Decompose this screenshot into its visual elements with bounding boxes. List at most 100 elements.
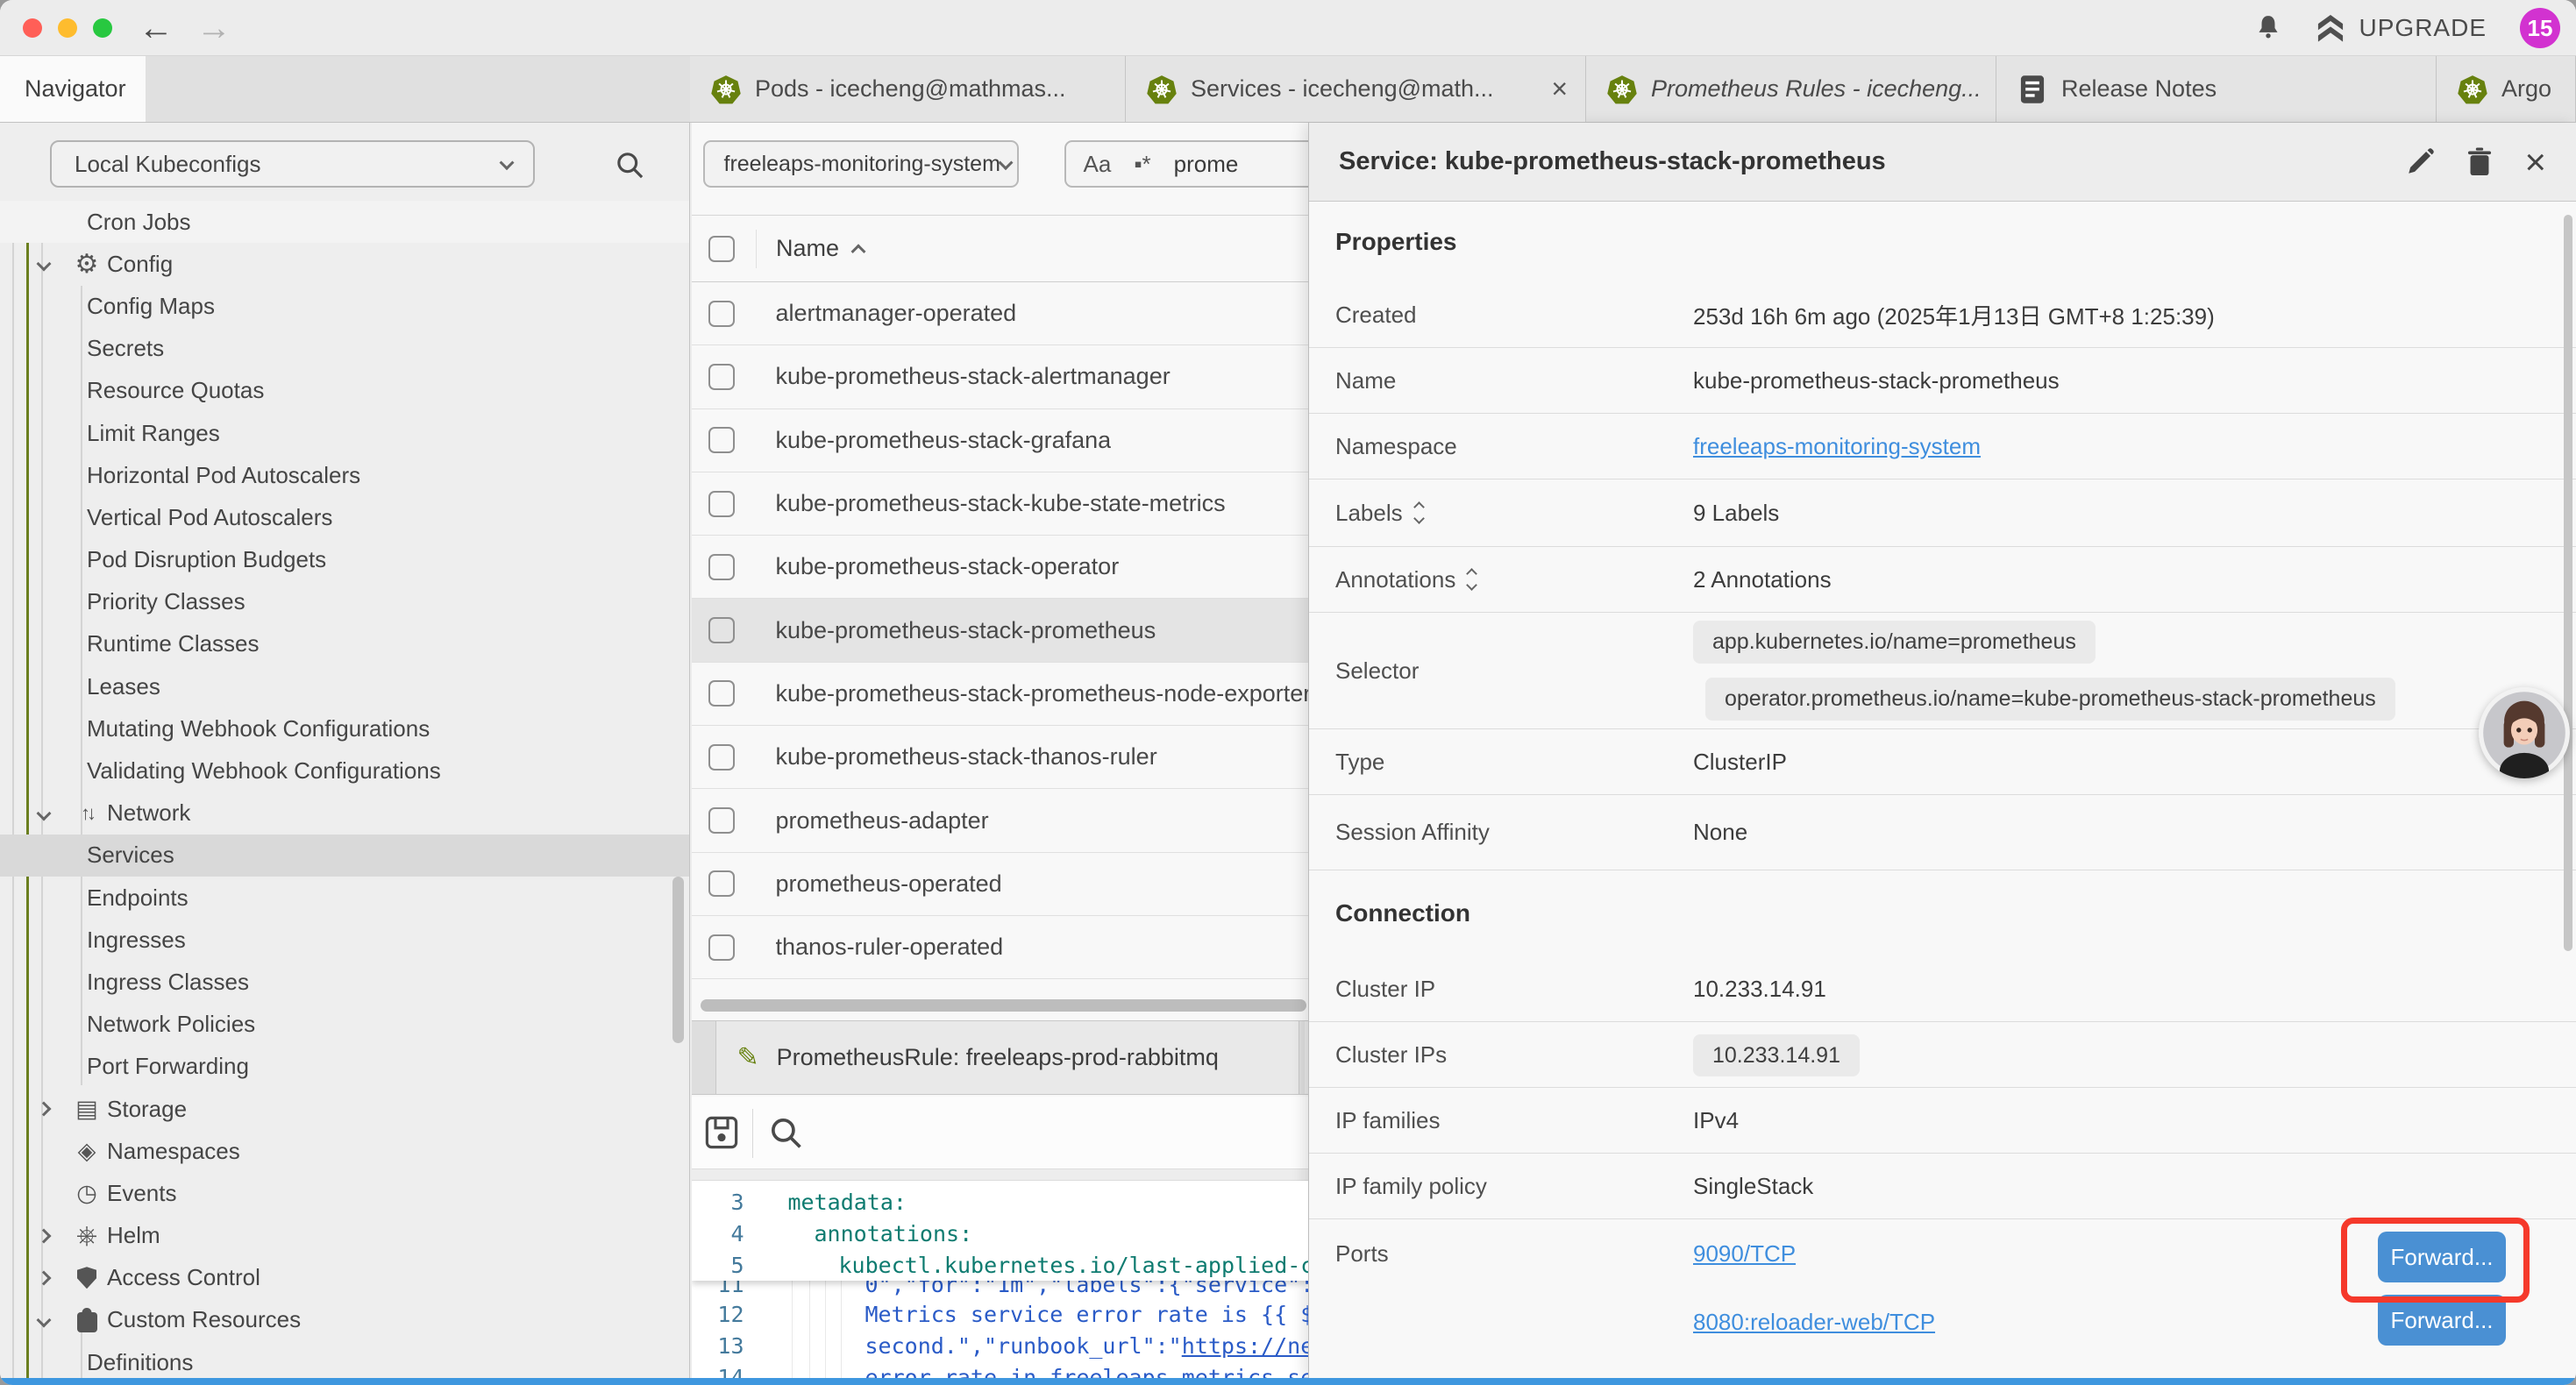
- row-checkbox[interactable]: [708, 870, 735, 897]
- horizontal-scrollbar-thumb[interactable]: [701, 999, 1307, 1012]
- kubeconfig-select[interactable]: Local Kubeconfigs: [50, 140, 535, 188]
- horizontal-scrollbar[interactable]: [692, 999, 1309, 1013]
- close-window-button[interactable]: [23, 18, 42, 38]
- namespace-select[interactable]: freeleaps-monitoring-system: [703, 140, 1019, 188]
- sidebar-item[interactable]: Validating Webhook Configurations: [0, 749, 689, 792]
- table-row[interactable]: kube-prometheus-stack-grafana: [692, 409, 1309, 472]
- sidebar-item[interactable]: Config Maps: [0, 285, 689, 327]
- table-row[interactable]: prometheus-operated: [692, 853, 1309, 916]
- sidebar-item[interactable]: Ingresses: [0, 919, 689, 961]
- name-column-header[interactable]: Name: [776, 235, 839, 262]
- edit-resource-icon[interactable]: [2405, 147, 2435, 177]
- resource-search-input[interactable]: Aa ▪* prome: [1064, 140, 1309, 188]
- search-icon[interactable]: [614, 149, 645, 181]
- editor-search-icon[interactable]: [767, 1114, 804, 1151]
- expand-annotations-icon[interactable]: [1468, 570, 1476, 589]
- table-row[interactable]: thanos-ruler-operated: [692, 916, 1309, 979]
- labels-count[interactable]: 9 Labels: [1693, 500, 1779, 527]
- tree-chevron-icon[interactable]: [37, 1228, 52, 1243]
- sidebar-item[interactable]: Endpoints: [0, 877, 689, 919]
- zoom-window-button[interactable]: [93, 18, 112, 38]
- regex-toggle[interactable]: ▪*: [1134, 151, 1150, 178]
- sidebar-item[interactable]: Network: [0, 792, 689, 835]
- sidebar-item[interactable]: Namespaces: [0, 1130, 689, 1172]
- forward-button[interactable]: →: [196, 9, 231, 48]
- match-case-toggle[interactable]: Aa: [1084, 151, 1112, 178]
- notifications-bell-icon[interactable]: [2254, 14, 2282, 42]
- tree-chevron-icon[interactable]: [37, 1270, 52, 1285]
- table-row[interactable]: kube-prometheus-stack-thanos-ruler: [692, 726, 1309, 789]
- port-link-9090[interactable]: 9090/TCP: [1693, 1240, 1796, 1268]
- expand-labels-icon[interactable]: [1415, 503, 1423, 522]
- tab-navigator[interactable]: Navigator: [0, 56, 146, 122]
- table-row[interactable]: kube-prometheus-stack-prometheus: [692, 599, 1309, 662]
- row-checkbox[interactable]: [708, 301, 735, 327]
- save-icon[interactable]: [703, 1114, 740, 1151]
- tree-chevron-icon[interactable]: [37, 1312, 52, 1327]
- row-checkbox[interactable]: [708, 617, 735, 643]
- sidebar-item[interactable]: Services: [0, 835, 689, 877]
- tree-chevron-icon[interactable]: [37, 1102, 52, 1117]
- annotations-count[interactable]: 2 Annotations: [1693, 566, 1832, 593]
- sidebar-item[interactable]: Pod Disruption Budgets: [0, 539, 689, 581]
- sidebar-item[interactable]: Resource Quotas: [0, 370, 689, 412]
- app-tab[interactable]: Argo Se: [2437, 56, 2576, 122]
- sidebar-item[interactable]: Cron Jobs: [0, 201, 689, 243]
- row-checkbox[interactable]: [708, 554, 735, 580]
- row-checkbox[interactable]: [708, 807, 735, 834]
- sidebar-item[interactable]: Storage: [0, 1088, 689, 1130]
- sidebar-item[interactable]: Access Control: [0, 1257, 689, 1299]
- table-row[interactable]: alertmanager-operated: [692, 282, 1309, 345]
- code-link[interactable]: https://net: [1182, 1333, 1308, 1359]
- yaml-editor[interactable]: 3 metadata: 4 annotations: 5: [692, 1181, 1309, 1378]
- delete-resource-icon[interactable]: [2465, 147, 2494, 177]
- tree-chevron-icon[interactable]: [37, 257, 52, 272]
- sidebar-item[interactable]: Port Forwarding: [0, 1046, 689, 1088]
- details-scrollbar[interactable]: [2564, 215, 2572, 951]
- row-checkbox[interactable]: [708, 427, 735, 453]
- table-row[interactable]: kube-prometheus-stack-alertmanager: [692, 345, 1309, 408]
- app-tab[interactable]: Pods - icecheng@mathmas...: [690, 56, 1126, 122]
- notification-count-badge[interactable]: 15: [2520, 8, 2560, 48]
- sidebar-scrollbar[interactable]: [672, 877, 684, 1043]
- editor-tab-prometheusrule[interactable]: ✎ PrometheusRule: freeleaps-prod-rabbitm…: [715, 1021, 1299, 1094]
- sidebar-item[interactable]: Network Policies: [0, 1004, 689, 1046]
- sidebar-item[interactable]: Limit Ranges: [0, 412, 689, 454]
- sidebar-item[interactable]: Vertical Pod Autoscalers: [0, 496, 689, 538]
- avatar[interactable]: [2479, 687, 2570, 778]
- table-row[interactable]: kube-prometheus-stack-prometheus-node-ex…: [692, 663, 1309, 726]
- sidebar-item[interactable]: Runtime Classes: [0, 623, 689, 665]
- table-row[interactable]: kube-prometheus-stack-kube-state-metrics: [692, 472, 1309, 536]
- sidebar-item[interactable]: Helm: [0, 1215, 689, 1257]
- table-row[interactable]: prometheus-adapter: [692, 789, 1309, 852]
- table-row[interactable]: kube-prometheus-stack-operator: [692, 536, 1309, 599]
- app-tab[interactable]: Services - icecheng@math... ×: [1126, 56, 1586, 122]
- sidebar-item[interactable]: Ingress Classes: [0, 961, 689, 1003]
- sort-ascending-icon[interactable]: [851, 244, 866, 259]
- row-checkbox[interactable]: [708, 680, 735, 707]
- tree-chevron-icon[interactable]: [37, 806, 52, 820]
- row-checkbox[interactable]: [708, 491, 735, 517]
- sidebar-item[interactable]: Definitions: [0, 1341, 689, 1378]
- port-link-8080[interactable]: 8080:reloader-web/TCP: [1693, 1309, 1935, 1336]
- back-button[interactable]: ←: [139, 9, 174, 48]
- minimize-window-button[interactable]: [58, 18, 77, 38]
- app-tab[interactable]: Prometheus Rules - icecheng...: [1586, 56, 1996, 122]
- sidebar-item[interactable]: Custom Resources: [0, 1299, 689, 1341]
- upgrade-button[interactable]: UPGRADE: [2316, 14, 2487, 42]
- row-checkbox[interactable]: [708, 364, 735, 390]
- close-panel-icon[interactable]: ×: [2524, 144, 2546, 181]
- sidebar-item[interactable]: Config: [0, 243, 689, 285]
- sidebar-item[interactable]: Secrets: [0, 328, 689, 370]
- close-tab-icon[interactable]: ×: [1539, 73, 1568, 105]
- sidebar-item[interactable]: Horizontal Pod Autoscalers: [0, 454, 689, 496]
- sidebar-item[interactable]: Leases: [0, 665, 689, 707]
- sidebar-item[interactable]: Mutating Webhook Configurations: [0, 707, 689, 749]
- namespace-link[interactable]: freeleaps-monitoring-system: [1693, 433, 1981, 460]
- app-tab[interactable]: Release Notes: [1996, 56, 2437, 122]
- row-checkbox[interactable]: [708, 744, 735, 771]
- sidebar-item[interactable]: Events: [0, 1172, 689, 1214]
- select-all-checkbox[interactable]: [708, 236, 735, 262]
- sidebar-item[interactable]: Priority Classes: [0, 581, 689, 623]
- row-checkbox[interactable]: [708, 934, 735, 961]
